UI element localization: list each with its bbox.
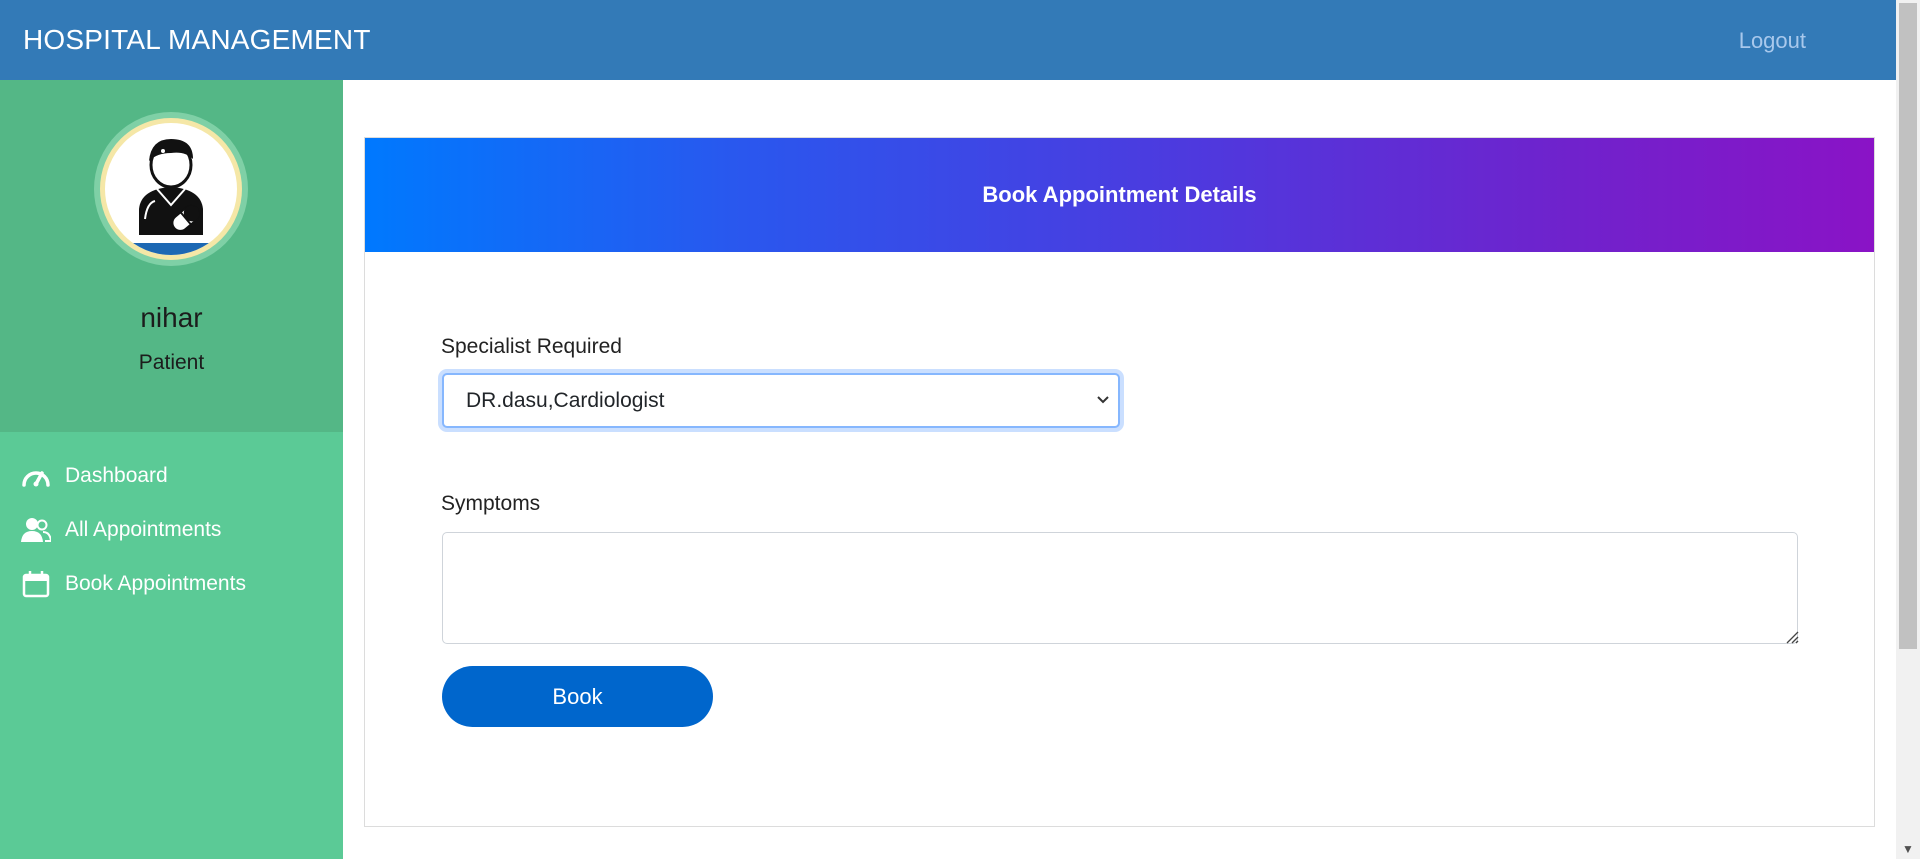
specialist-select[interactable]: DR.dasu,Cardiologist: [442, 373, 1120, 428]
sidebar-item-book-appointments[interactable]: Book Appointments: [0, 557, 343, 611]
sidebar: nihar Patient Dashboard All Appointments…: [0, 80, 343, 859]
speedometer-icon: [21, 461, 51, 491]
scroll-down-arrow-icon[interactable]: ▼: [1896, 841, 1920, 857]
sidebar-item-dashboard[interactable]: Dashboard: [0, 449, 343, 503]
users-icon: [21, 515, 51, 545]
top-navbar: HOSPITAL MANAGEMENT Logout: [0, 0, 1896, 80]
profile-name: nihar: [140, 302, 203, 333]
specialist-selected-value: DR.dasu,Cardiologist: [466, 388, 665, 412]
symptoms-textarea[interactable]: [442, 532, 1798, 644]
calendar-icon: [21, 569, 51, 599]
sidebar-item-label: Dashboard: [65, 464, 168, 487]
profile-role: Patient: [138, 351, 205, 374]
avatar-ring: [94, 112, 248, 266]
scrollbar-thumb[interactable]: [1899, 3, 1917, 649]
profile-panel: nihar Patient: [0, 80, 343, 432]
page-scrollbar[interactable]: ▼: [1896, 0, 1920, 859]
resize-handle-icon[interactable]: [1783, 628, 1799, 644]
sidebar-menu: Dashboard All Appointments Book Appointm…: [0, 449, 343, 611]
page-title: Book Appointment Details: [982, 182, 1257, 207]
avatar: [100, 118, 242, 260]
symptoms-label: Symptoms: [441, 492, 541, 515]
logout-link[interactable]: Logout: [1739, 28, 1806, 54]
sidebar-item-label: Book Appointments: [65, 572, 246, 595]
sidebar-item-label: All Appointments: [65, 518, 222, 541]
specialist-label: Specialist Required: [441, 335, 622, 358]
card-header: Book Appointment Details: [365, 138, 1874, 252]
chevron-down-icon: [1097, 396, 1109, 404]
book-button[interactable]: Book: [442, 666, 713, 727]
sidebar-item-all-appointments[interactable]: All Appointments: [0, 503, 343, 557]
brand-title: HOSPITAL MANAGEMENT: [23, 24, 371, 55]
doctor-avatar-icon: [105, 139, 237, 255]
appointment-card: Book Appointment Details Specialist Requ…: [364, 137, 1875, 827]
